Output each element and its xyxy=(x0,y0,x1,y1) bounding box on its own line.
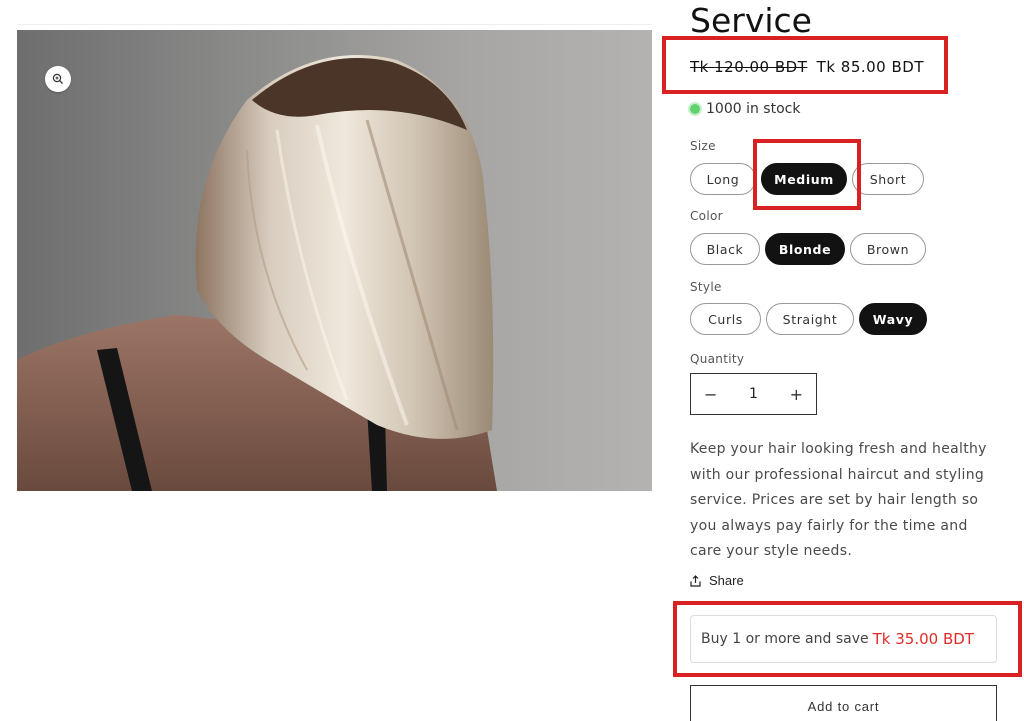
hair-photo-illustration xyxy=(17,55,497,491)
add-to-cart-button[interactable]: Add to cart xyxy=(690,685,997,721)
color-options: Black Blonde Brown xyxy=(690,233,926,265)
color-option-blonde[interactable]: Blonde xyxy=(765,233,845,265)
quantity-label: Quantity xyxy=(690,352,745,366)
quantity-stepper: − 1 + xyxy=(690,373,817,415)
color-option-black[interactable]: Black xyxy=(690,233,760,265)
annotation-box-promo xyxy=(673,601,1022,677)
quantity-decrease-button[interactable]: − xyxy=(704,385,717,404)
color-option-brown[interactable]: Brown xyxy=(850,233,926,265)
product-media xyxy=(17,24,652,491)
style-option-wavy[interactable]: Wavy xyxy=(859,303,927,335)
stock-text: 1000 in stock xyxy=(706,101,801,117)
color-label: Color xyxy=(690,209,723,223)
product-description: Keep your hair looking fresh and healthy… xyxy=(690,441,987,559)
zoom-in-icon[interactable] xyxy=(45,66,71,92)
share-button[interactable]: Share xyxy=(690,573,744,588)
size-option-long[interactable]: Long xyxy=(690,163,756,195)
size-label: Size xyxy=(690,139,716,153)
share-label: Share xyxy=(709,573,744,588)
stock-indicator-icon xyxy=(690,104,700,114)
style-option-curls[interactable]: Curls xyxy=(690,303,761,335)
style-options: Curls Straight Wavy xyxy=(690,303,927,335)
product-image[interactable] xyxy=(17,30,652,491)
annotation-box-price xyxy=(662,36,948,94)
quantity-input[interactable]: 1 xyxy=(749,386,758,402)
size-option-short[interactable]: Short xyxy=(852,163,924,195)
annotation-box-size xyxy=(753,139,861,210)
style-option-straight[interactable]: Straight xyxy=(766,303,854,335)
quantity-increase-button[interactable]: + xyxy=(790,385,803,404)
share-icon xyxy=(690,574,701,587)
style-label: Style xyxy=(690,280,722,294)
stock-status: 1000 in stock xyxy=(690,101,800,117)
